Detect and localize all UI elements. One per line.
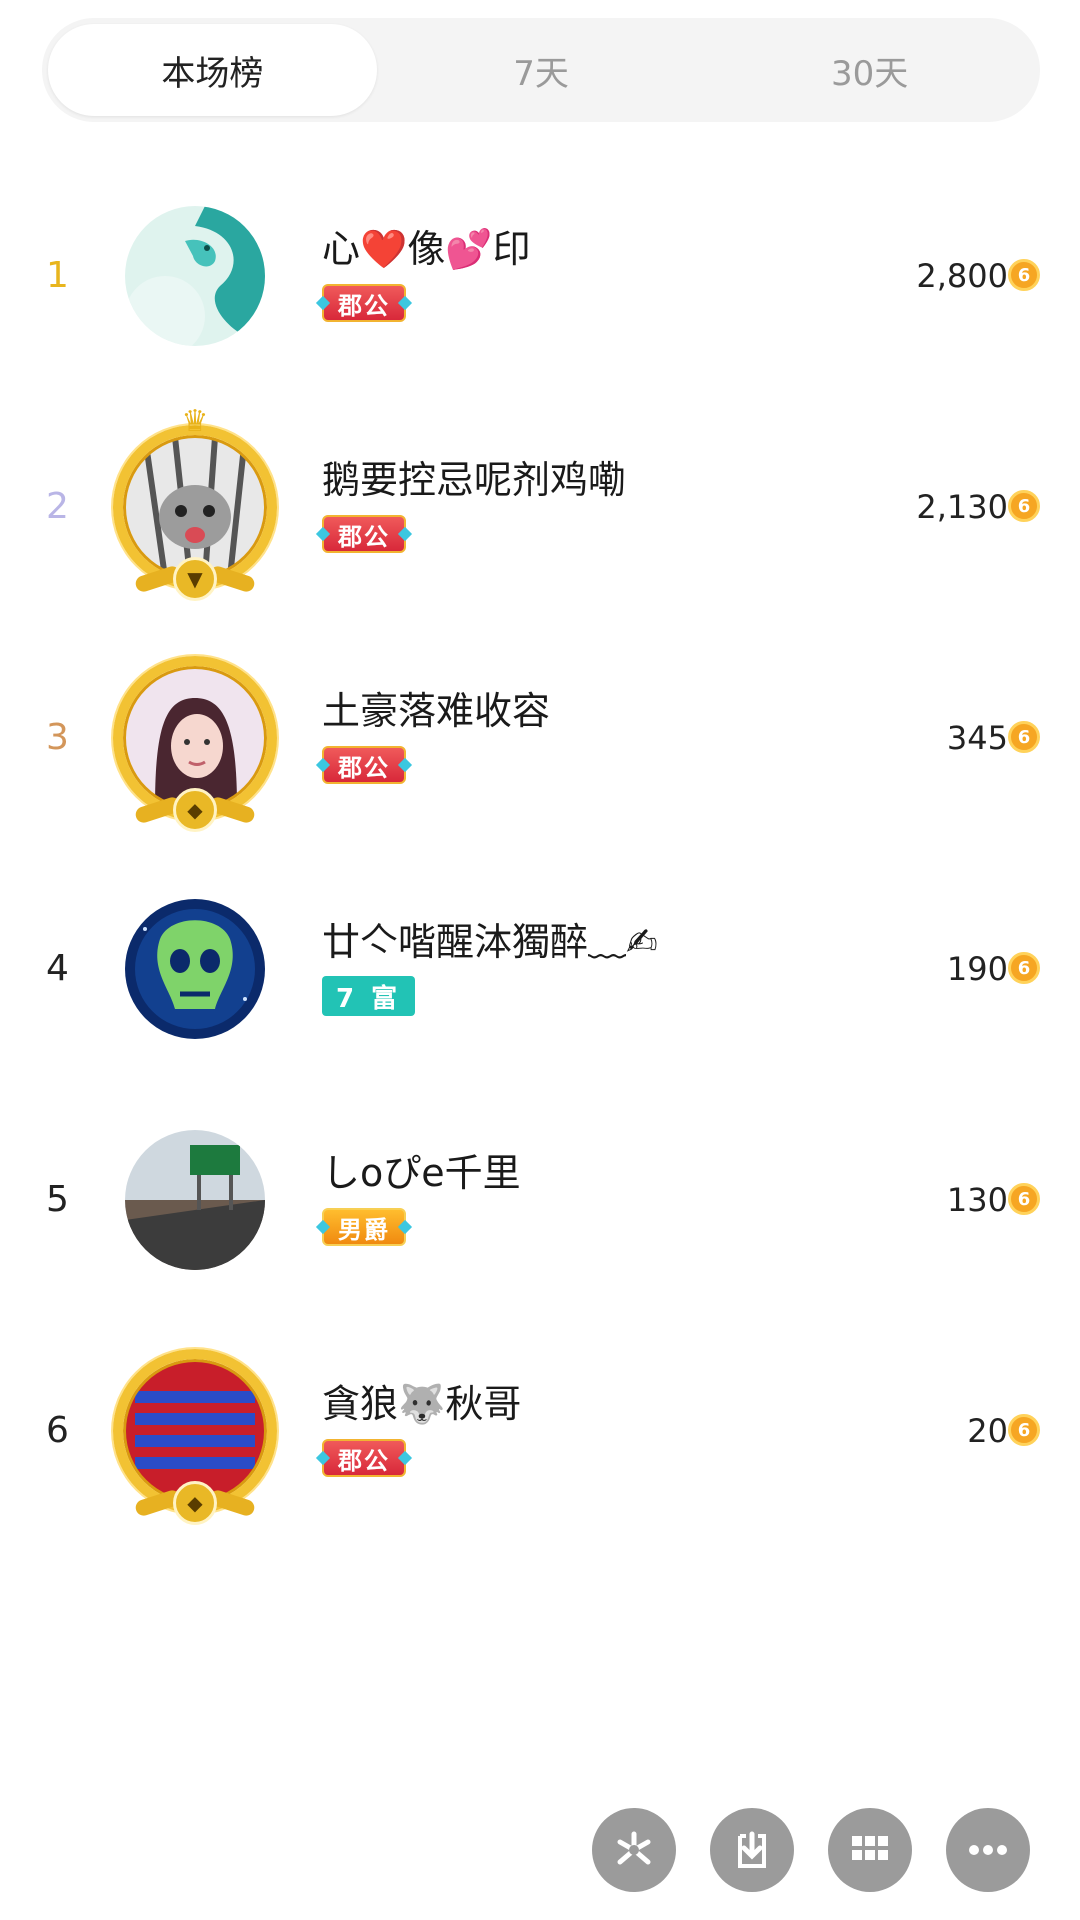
noble-badge: 郡公 — [322, 746, 406, 784]
contribution-score: 130 — [946, 1180, 1008, 1219]
avatar[interactable]: ♛ ▼ — [113, 407, 277, 601]
contribution-score: 2,800 — [916, 256, 1008, 295]
list-item[interactable]: 3 ◆ 土豪落难收容 郡公 345 6 — [0, 622, 1080, 853]
coin-icon: 6 — [1008, 259, 1040, 291]
ranking-tabs: 本场榜 7天 30天 — [42, 18, 1040, 122]
avatar[interactable] — [125, 899, 265, 1039]
list-item[interactable]: 4 廿亽喈醒泍獨醉﹏✍ 7 富 190 6 — [0, 853, 1080, 1084]
user-name: しoぴe千里 — [322, 1151, 521, 1195]
avatar-frame: ♛ ▼ — [113, 407, 277, 601]
contribution-score: 345 — [946, 718, 1008, 757]
user-name: 土豪落难收容 — [322, 689, 551, 733]
contribution-score: 20 — [967, 1411, 1008, 1450]
emblem-icon: ◆ — [173, 1481, 217, 1525]
download-icon — [738, 1831, 766, 1868]
flower-button[interactable] — [592, 1808, 676, 1892]
coin-icon: 6 — [1008, 1414, 1040, 1446]
list-item[interactable]: 6 ◆ 貪狼🐺秋哥 郡公 20 6 — [0, 1315, 1080, 1546]
avatar[interactable] — [125, 206, 265, 346]
coin-icon: 6 — [1008, 490, 1040, 522]
coin-icon: 6 — [1008, 721, 1040, 753]
emblem-icon: ▼ — [173, 557, 217, 601]
list-item[interactable]: 1 心❤️像💕印 郡公 2,800 6 — [0, 160, 1080, 391]
ranking-list: 1 心❤️像💕印 郡公 2,800 6 2 ♛ ▼ 鹅要控忌呢剂鸡嘞 郡公 2,… — [0, 160, 1080, 1546]
rank-number: 4 — [46, 948, 69, 989]
list-item[interactable]: 2 ♛ ▼ 鹅要控忌呢剂鸡嘞 郡公 2,130 6 — [0, 391, 1080, 622]
tab-30-days[interactable]: 30天 — [705, 24, 1034, 116]
noble-badge: 郡公 — [322, 515, 406, 553]
coin-icon: 6 — [1008, 1183, 1040, 1215]
avatar[interactable]: ◆ — [113, 656, 277, 832]
noble-badge: 男爵 — [322, 1208, 406, 1246]
rank-number: 5 — [46, 1179, 69, 1220]
rank-number: 3 — [46, 717, 69, 758]
tab-this-session[interactable]: 本场榜 — [48, 24, 377, 116]
coin-icon: 6 — [1008, 952, 1040, 984]
rank-number: 2 — [46, 486, 69, 527]
action-bar — [592, 1808, 1030, 1892]
more-button[interactable] — [946, 1808, 1030, 1892]
emblem-icon: ◆ — [173, 788, 217, 832]
avatar-frame: ◆ — [113, 656, 277, 832]
noble-badge: 郡公 — [322, 284, 406, 322]
user-name: 心❤️像💕印 — [322, 227, 531, 271]
avatar[interactable]: ◆ — [113, 1349, 277, 1525]
contribution-score: 190 — [946, 949, 1008, 988]
noble-badge: 郡公 — [322, 1439, 406, 1477]
crown-icon: ♛ — [181, 404, 209, 439]
user-name: 鹅要控忌呢剂鸡嘞 — [322, 458, 627, 502]
rank-number: 6 — [46, 1410, 69, 1451]
download-button[interactable] — [710, 1808, 794, 1892]
wealth-badge: 7 富 — [322, 976, 416, 1016]
grid-icon — [852, 1836, 888, 1860]
contribution-score: 2,130 — [916, 487, 1008, 526]
tab-7-days[interactable]: 7天 — [377, 24, 706, 116]
avatar-frame: ◆ — [113, 1349, 277, 1525]
avatar[interactable] — [125, 1130, 265, 1270]
list-item[interactable]: 5 しoぴe千里 男爵 130 6 — [0, 1084, 1080, 1315]
more-icon — [969, 1845, 1007, 1855]
user-name: 貪狼🐺秋哥 — [322, 1382, 522, 1426]
rank-number: 1 — [46, 255, 69, 296]
flower-icon — [617, 1831, 651, 1865]
user-name: 廿亽喈醒泍獨醉﹏✍ — [322, 920, 658, 964]
grid-button[interactable] — [828, 1808, 912, 1892]
